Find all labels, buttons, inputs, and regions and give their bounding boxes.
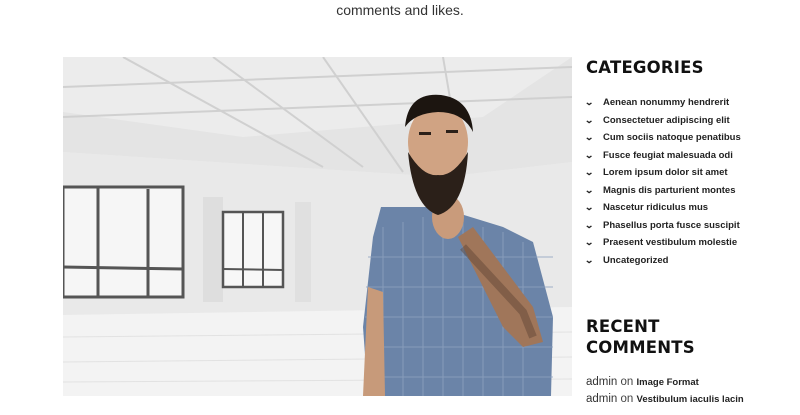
chevron-down-icon: ⌄ <box>584 219 595 230</box>
category-item[interactable]: ⌄ Praesent vestibulum molestie <box>584 234 800 252</box>
recent-comments-title-line2: COMMENTS <box>586 338 695 357</box>
category-label[interactable]: Aenean nonummy hendrerit <box>603 97 729 108</box>
chevron-down-icon: ⌄ <box>584 132 595 143</box>
category-item[interactable]: ⌄ Uncategorized <box>584 252 800 270</box>
recent-comments-title: RECENT COMMENTS <box>586 316 786 358</box>
chevron-down-icon: ⌄ <box>584 149 595 160</box>
chevron-down-icon: ⌄ <box>584 184 595 195</box>
comment-item: admin on Image Format <box>586 376 800 393</box>
category-item[interactable]: ⌄ Lorem ipsum dolor sit amet <box>584 164 800 182</box>
category-label[interactable]: Nascetur ridiculus mus <box>603 202 708 213</box>
category-label[interactable]: Praesent vestibulum molestie <box>603 237 737 248</box>
category-label[interactable]: Fusce feugiat malesuada odi <box>603 150 733 161</box>
recent-comments-title-line1: RECENT <box>586 317 660 336</box>
chevron-down-icon: ⌄ <box>584 254 595 265</box>
category-label[interactable]: Cum sociis natoque penatibus <box>603 132 741 143</box>
comment-on-text: on <box>620 393 634 405</box>
intro-text: comments and likes. <box>336 2 464 18</box>
categories-list: ⌄ Aenean nonummy hendrerit ⌄ Consectetuer … <box>584 94 800 270</box>
category-item[interactable]: ⌄ Nascetur ridiculus mus <box>584 199 800 217</box>
category-item[interactable]: ⌄ Fusce feugiat malesuada odi <box>584 147 800 165</box>
category-label[interactable]: Magnis dis parturient montes <box>603 185 736 196</box>
comment-author[interactable]: admin <box>586 376 617 388</box>
category-item[interactable]: ⌄ Aenean nonummy hendrerit <box>584 94 800 112</box>
comment-item: admin on Vestibulum iaculis lacin <box>586 393 800 410</box>
comment-post-link[interactable]: Vestibulum iaculis lacin <box>637 394 744 405</box>
comment-post-link[interactable]: Image Format <box>637 377 699 388</box>
category-label[interactable]: Consectetuer adipiscing elit <box>603 115 730 126</box>
category-item[interactable]: ⌄ Cum sociis natoque penatibus <box>584 129 800 147</box>
hero-image <box>63 57 572 396</box>
comment-author[interactable]: admin <box>586 393 617 405</box>
comment-on-text: on <box>620 376 634 388</box>
categories-title: CATEGORIES <box>586 58 704 77</box>
chevron-down-icon: ⌄ <box>584 202 595 213</box>
category-label[interactable]: Phasellus porta fusce suscipit <box>603 220 740 231</box>
chevron-down-icon: ⌄ <box>584 114 595 125</box>
category-item[interactable]: ⌄ Phasellus porta fusce suscipit <box>584 217 800 235</box>
category-label[interactable]: Uncategorized <box>603 255 668 266</box>
chevron-down-icon: ⌄ <box>584 167 595 178</box>
category-item[interactable]: ⌄ Magnis dis parturient montes <box>584 182 800 200</box>
sidebar: CATEGORIES ⌄ Aenean nonummy hendrerit ⌄ Co… <box>584 57 800 405</box>
chevron-down-icon: ⌄ <box>584 237 595 248</box>
category-label[interactable]: Lorem ipsum dolor sit amet <box>603 167 728 178</box>
chevron-down-icon: ⌄ <box>584 97 595 108</box>
recent-comments-list: admin on Image Format admin on Vestibulu… <box>586 376 800 410</box>
category-item[interactable]: ⌄ Consectetuer adipiscing elit <box>584 112 800 130</box>
